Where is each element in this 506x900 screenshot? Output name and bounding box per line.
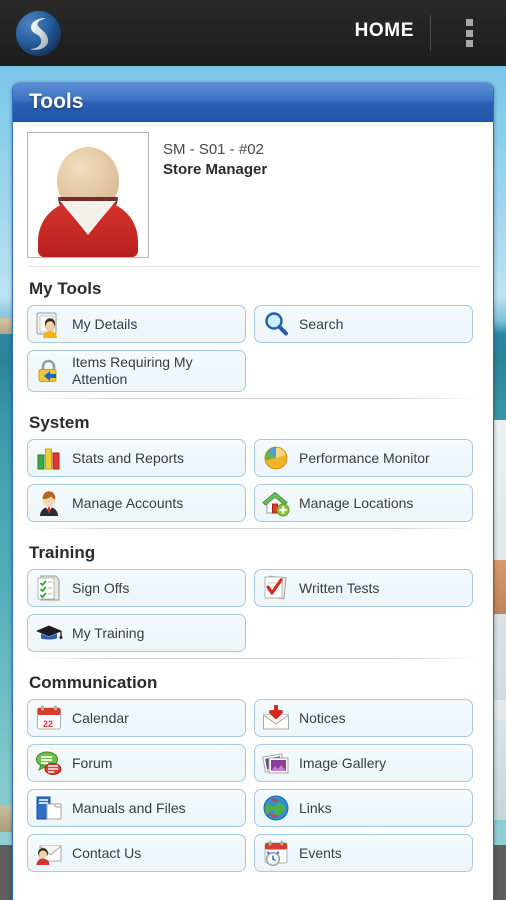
tile-stats-and-reports[interactable]: Stats and Reports bbox=[27, 439, 246, 477]
tile-label: Calendar bbox=[72, 709, 129, 726]
tile-label: Stats and Reports bbox=[72, 449, 185, 466]
tile-manuals-and-files[interactable]: Manuals and Files bbox=[27, 789, 246, 827]
book-folder-icon bbox=[34, 793, 64, 823]
overflow-dot bbox=[465, 19, 473, 26]
section-title: Communication bbox=[29, 673, 158, 692]
events-calendar-icon bbox=[261, 838, 291, 868]
tile-items-requiring-my-attention[interactable]: Items Requiring My Attention bbox=[27, 350, 246, 392]
tile-forum[interactable]: Forum bbox=[27, 744, 246, 782]
notice-envelope-icon bbox=[261, 703, 291, 733]
photos-icon bbox=[261, 748, 291, 778]
contact-envelope-icon bbox=[34, 838, 64, 868]
tile-label: Manage Locations bbox=[299, 494, 414, 511]
sections-container: My Tools My Details Search Items Requiring … bbox=[27, 267, 479, 872]
section-title: System bbox=[29, 413, 90, 432]
tile-label: Items Requiring My Attention bbox=[72, 354, 193, 387]
profile-block: SM - S01 - #02 Store Manager bbox=[27, 122, 479, 267]
tile-label: My Training bbox=[72, 624, 145, 641]
tile-contact-us[interactable]: Contact Us bbox=[27, 834, 246, 872]
my-details-icon bbox=[34, 309, 64, 339]
graduation-cap-icon bbox=[34, 618, 64, 648]
calendar-icon: 22 bbox=[34, 703, 64, 733]
section-divider bbox=[27, 528, 479, 529]
section-system: System Stats and Reports Performance Monit… bbox=[27, 401, 479, 522]
section-communication: Communication 22 Calendar Notices Forum Image… bbox=[27, 661, 479, 872]
tile-label: Contact Us bbox=[72, 844, 142, 861]
tile-notices[interactable]: Notices bbox=[254, 699, 473, 737]
tile-performance-monitor[interactable]: Performance Monitor bbox=[254, 439, 473, 477]
tile-manage-locations[interactable]: Manage Locations bbox=[254, 484, 473, 522]
section-divider bbox=[27, 658, 479, 659]
profile-role: Store Manager bbox=[163, 161, 268, 178]
tile-label: Notices bbox=[299, 709, 346, 726]
tile-grid: My Details Search Items Requiring My Atten… bbox=[27, 305, 479, 392]
tile-my-details[interactable]: My Details bbox=[27, 305, 246, 343]
tile-label: Events bbox=[299, 844, 342, 861]
section-title: Training bbox=[29, 543, 96, 562]
tile-grid: 22 Calendar Notices Forum Image Gallery Manua… bbox=[27, 699, 479, 872]
globe-icon bbox=[261, 793, 291, 823]
tile-events[interactable]: Events bbox=[254, 834, 473, 872]
tile-label: My Details bbox=[72, 315, 138, 332]
bar-chart-icon bbox=[34, 443, 64, 473]
tools-card-title: Tools bbox=[29, 89, 84, 113]
tools-card-header: Tools bbox=[13, 82, 493, 122]
tile-search[interactable]: Search bbox=[254, 305, 473, 343]
tile-links[interactable]: Links bbox=[254, 789, 473, 827]
pie-chart-icon bbox=[261, 443, 291, 473]
tile-manage-accounts[interactable]: Manage Accounts bbox=[27, 484, 246, 522]
overflow-dot bbox=[465, 40, 473, 47]
test-paper-icon bbox=[261, 573, 291, 603]
logo-s-glyph bbox=[30, 18, 49, 50]
profile-id: SM - S01 - #02 bbox=[163, 141, 264, 158]
padlock-icon bbox=[34, 356, 64, 386]
tile-label: Manage Accounts bbox=[72, 494, 184, 511]
tile-label: Manuals and Files bbox=[72, 799, 186, 816]
overflow-dot bbox=[465, 29, 473, 37]
avatar[interactable] bbox=[27, 132, 149, 258]
section-my-tools: My Tools My Details Search Items Requiring … bbox=[27, 267, 479, 392]
tools-card-body: SM - S01 - #02 Store Manager My Tools My … bbox=[13, 122, 493, 900]
app-root: HOME Tools SM - S01 - #02 Store Manager … bbox=[0, 0, 506, 900]
section-title: My Tools bbox=[29, 279, 102, 298]
tile-calendar[interactable]: 22 Calendar bbox=[27, 699, 246, 737]
company-logo-icon[interactable] bbox=[16, 11, 61, 56]
tile-label: Forum bbox=[72, 754, 113, 771]
tile-label: Sign Offs bbox=[72, 579, 130, 596]
search-icon bbox=[261, 309, 291, 339]
profile-info: SM - S01 - #02 Store Manager bbox=[149, 132, 267, 258]
page-title: HOME bbox=[354, 20, 414, 41]
section-divider bbox=[27, 398, 479, 399]
section-training: Training Sign Offs Written Tests My Trainin… bbox=[27, 531, 479, 652]
tile-label: Search bbox=[299, 315, 344, 332]
svg-text:22: 22 bbox=[43, 719, 53, 729]
overflow-menu-button[interactable] bbox=[456, 17, 482, 49]
checklist-icon bbox=[34, 573, 64, 603]
tools-card: Tools SM - S01 - #02 Store Manager My To… bbox=[12, 82, 494, 900]
tile-grid: Sign Offs Written Tests My Training bbox=[27, 569, 479, 652]
tile-label: Performance Monitor bbox=[299, 449, 430, 466]
appbar-divider bbox=[430, 15, 431, 51]
tile-label: Written Tests bbox=[299, 579, 380, 596]
tile-label: Image Gallery bbox=[299, 754, 387, 771]
house-add-icon bbox=[261, 488, 291, 518]
tile-grid: Stats and Reports Performance Monitor Mana… bbox=[27, 439, 479, 522]
tile-image-gallery[interactable]: Image Gallery bbox=[254, 744, 473, 782]
app-bar: HOME bbox=[0, 0, 506, 66]
person-business-icon bbox=[34, 488, 64, 518]
speech-bubbles-icon bbox=[34, 748, 64, 778]
tile-my-training[interactable]: My Training bbox=[27, 614, 246, 652]
tile-written-tests[interactable]: Written Tests bbox=[254, 569, 473, 607]
tile-sign-offs[interactable]: Sign Offs bbox=[27, 569, 246, 607]
tile-label: Links bbox=[299, 799, 332, 816]
